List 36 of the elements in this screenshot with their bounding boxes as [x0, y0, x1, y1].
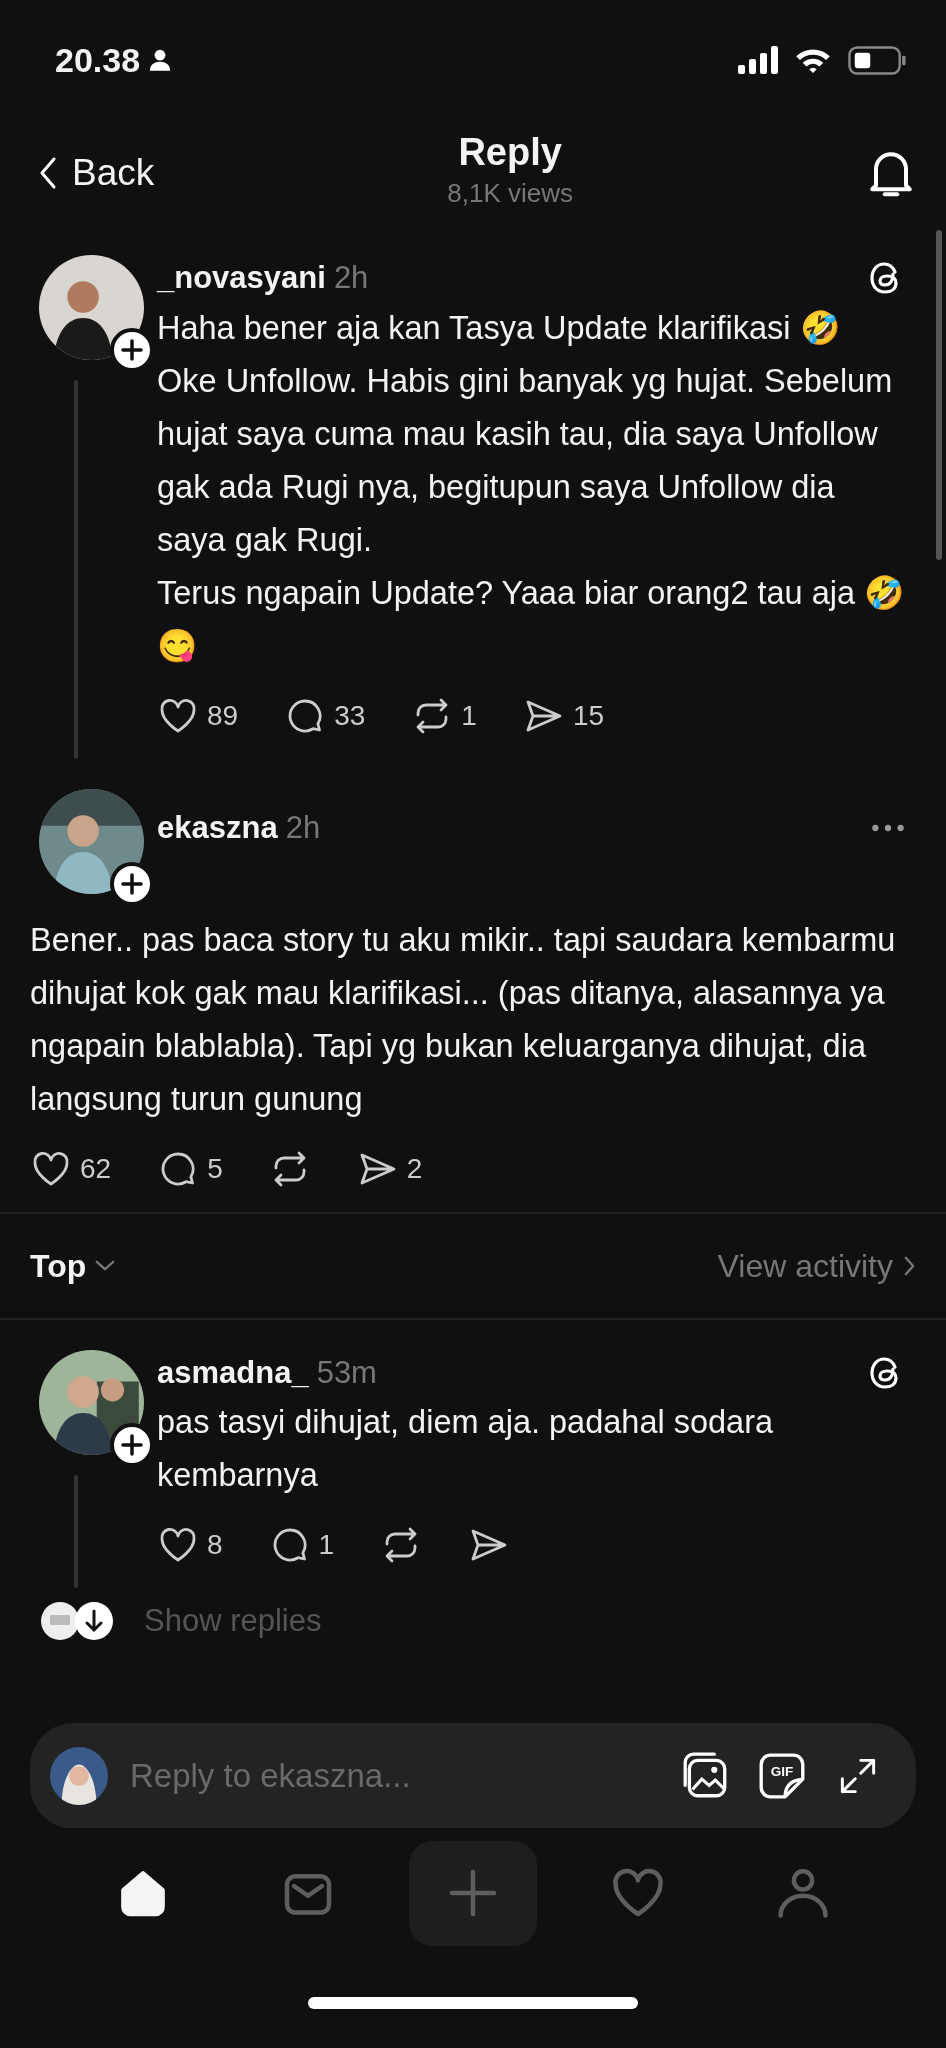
create-tab[interactable]	[408, 1840, 537, 1946]
post-text: Bener.. pas baca story tu aku mikir.. tapi saudara kembarmu dihujat kok gak mau klarifikasi... (pas ditanya, alasannya ya ngapain blablabla). Tapi yg bukan keluarganya dihujat, dia langsung turun gunung	[30, 920, 897, 1119]
gif-button[interactable]: GIF	[754, 1748, 810, 1804]
sort-dropdown[interactable]: Top	[30, 1241, 117, 1290]
username[interactable]: asmadna_	[157, 1349, 309, 1396]
like-button[interactable]: 89	[157, 694, 239, 737]
more-icon[interactable]	[870, 822, 906, 833]
like-button[interactable]: 62	[30, 1147, 112, 1190]
share-button[interactable]: 2	[356, 1147, 423, 1190]
reply-button[interactable]: 1	[268, 1524, 335, 1566]
person-icon	[148, 48, 173, 72]
post-time: 53m	[316, 1353, 377, 1392]
view-count: 8,1K views	[447, 176, 573, 210]
like-button[interactable]: 8	[157, 1524, 223, 1566]
post-time: 2h	[333, 259, 369, 297]
battery-icon	[848, 45, 906, 75]
share-button[interactable]: 15	[522, 694, 605, 737]
avatar-icon	[40, 1601, 80, 1642]
username[interactable]: _novasyani	[157, 255, 326, 302]
username[interactable]: ekaszna	[157, 804, 278, 851]
signal-icon	[738, 46, 778, 74]
back-link[interactable]: Back	[38, 144, 155, 201]
post-text: Haha bener aja kan Tasya Update klarifikasi 🤣 Oke Unfollow. Habis gini banyak yg hujat. Sebelum hujat saya cuma mau kasih tau, dia saya Unfollow gak ada Rugi nya, begitupun saya Unfollow dia saya gak Rugi.	[157, 308, 894, 560]
chevron-down-icon	[94, 1259, 117, 1272]
chevron-right-icon	[903, 1254, 916, 1277]
page-title: Reply	[457, 132, 563, 174]
status-time: 20.38	[55, 39, 141, 81]
repost-button[interactable]: 1	[411, 694, 477, 737]
reply-composer[interactable]: Reply to ekaszna... GIF	[30, 1723, 916, 1828]
reply-button[interactable]: 5	[157, 1147, 223, 1190]
post-text: Terus ngapain Update? Yaaa biar orang2 tau aja 🤣 😋	[157, 573, 906, 666]
reply-button[interactable]: 33	[284, 694, 366, 737]
view-activity-link[interactable]: View activity	[717, 1241, 916, 1290]
chevron-left-icon	[38, 155, 58, 190]
post-time: 2h	[285, 808, 321, 847]
post-text: pas tasyi dihujat, diem aja. padahal sodara kembarnya	[157, 1403, 775, 1495]
